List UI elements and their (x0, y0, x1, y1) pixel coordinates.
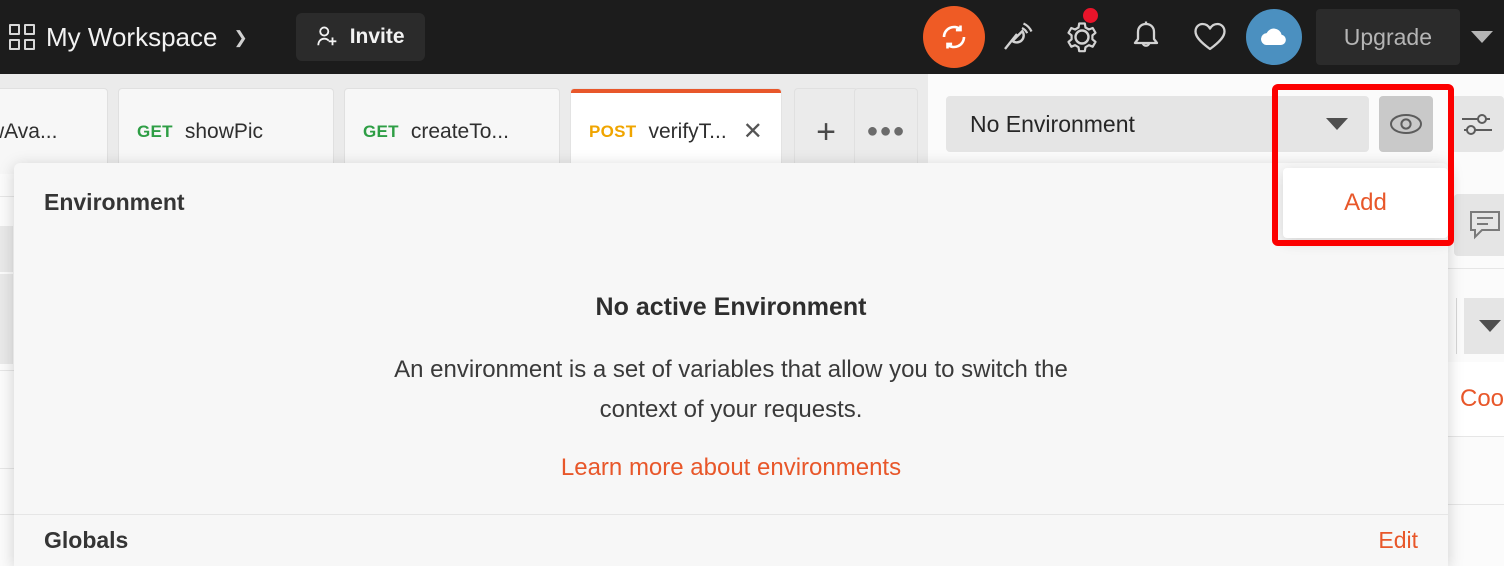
edge-divider (0, 514, 14, 515)
top-header-bar: My Workspace ❯ Invite Upgrade (0, 0, 1504, 74)
tab-createto[interactable]: GET createTo... (344, 88, 560, 174)
close-icon[interactable]: ✕ (743, 117, 763, 146)
panel-empty-state: No active Environment An environment is … (14, 241, 1448, 515)
rail-divider (1448, 504, 1504, 505)
comment-button[interactable] (1454, 194, 1504, 256)
apps-grid-button[interactable] (2, 24, 42, 50)
tab-label: showPic (184, 119, 264, 143)
environment-add-menu[interactable]: Add (1283, 168, 1448, 238)
upgrade-label: Upgrade (1343, 23, 1432, 50)
rail-divider (1448, 436, 1504, 437)
cookies-link[interactable]: Coo (1448, 385, 1504, 413)
globals-edit-link[interactable]: Edit (1378, 527, 1418, 554)
tab-wava[interactable]: wAva... (0, 88, 108, 174)
chevron-down-icon (1471, 31, 1493, 43)
request-tab-strip: wAva... GET showPic GET createTo... POST… (0, 74, 928, 174)
edge-divider (0, 468, 14, 469)
notifications-button[interactable] (1114, 0, 1178, 74)
tab-label: createTo... (410, 119, 509, 143)
add-environment-label: Add (1344, 189, 1387, 216)
postman-app: wAva... GET showPic GET createTo... POST… (0, 0, 1504, 566)
gear-icon (1067, 22, 1097, 53)
header-overflow-caret[interactable] (1460, 31, 1504, 43)
send-button-group (1448, 272, 1504, 362)
chevron-down-icon[interactable]: ❯ (233, 29, 247, 46)
plus-icon: + (816, 112, 836, 151)
more-horizontal-icon: ●●● (866, 120, 906, 142)
sync-button[interactable] (922, 0, 986, 74)
environment-quick-look-button[interactable] (1379, 96, 1433, 152)
invite-label: Invite (349, 25, 405, 48)
heart-icon (1194, 22, 1226, 51)
edge-block (0, 274, 13, 364)
environment-dropdown-button[interactable] (1303, 96, 1370, 152)
environment-dropdown-panel: Environment No active Environment An env… (14, 163, 1448, 566)
header-actions: Upgrade (922, 0, 1504, 74)
broadcast-button[interactable] (986, 0, 1050, 74)
edge-divider (0, 196, 14, 197)
settings-button[interactable] (1050, 0, 1114, 74)
request-pane-left-edge (0, 174, 14, 566)
send-options-button[interactable] (1464, 298, 1504, 354)
tab-label: verifyT... (648, 119, 727, 143)
chevron-down-icon (1479, 320, 1501, 332)
tab-more-button[interactable]: ●●● (854, 88, 918, 174)
person-add-icon (317, 26, 337, 46)
edge-block (0, 226, 13, 272)
sliders-icon (1462, 114, 1493, 135)
panel-header: Environment (44, 188, 185, 215)
tab-verb: GET (137, 121, 173, 141)
cookies-row: s Coo (1448, 362, 1504, 436)
globals-label: Globals (44, 526, 129, 553)
settings-sliders-button[interactable] (1450, 96, 1504, 152)
satellite-broadcast-icon (1003, 22, 1033, 50)
rail-divider (1448, 268, 1504, 269)
panel-empty-title: No active Environment (595, 293, 867, 321)
sync-icon (922, 6, 985, 68)
environment-select[interactable]: No Environment (946, 96, 1304, 152)
send-divider (1456, 298, 1457, 354)
tab-label: wAva... (0, 119, 58, 143)
edge-divider (0, 370, 14, 371)
chevron-down-icon (1325, 118, 1348, 130)
right-rail: s Coo (1448, 174, 1504, 566)
learn-more-link[interactable]: Learn more about environments (561, 454, 901, 482)
tab-verb: POST (589, 121, 637, 141)
environment-bar: No Environment (928, 74, 1504, 174)
panel-empty-description: An environment is a set of variables tha… (394, 356, 1068, 423)
notification-badge (1082, 8, 1098, 23)
panel-globals-row: Globals Edit (14, 515, 1448, 565)
tab-verb: GET (363, 121, 399, 141)
tab-showpic[interactable]: GET showPic (118, 88, 334, 174)
favorites-button[interactable] (1178, 0, 1242, 74)
upgrade-button[interactable]: Upgrade (1315, 9, 1460, 65)
bell-icon (1133, 21, 1158, 47)
workspace-title[interactable]: My Workspace (46, 22, 217, 53)
grid-apps-icon (9, 24, 35, 50)
cloud-avatar-icon (1245, 9, 1302, 65)
invite-button[interactable]: Invite (295, 13, 425, 61)
comment-icon (1470, 211, 1500, 240)
tab-verifyt[interactable]: POST verifyT... ✕ (570, 88, 782, 174)
eye-icon (1389, 114, 1422, 134)
account-button[interactable] (1242, 0, 1306, 74)
environment-selected-label: No Environment (970, 110, 1135, 137)
new-tab-button[interactable]: + (794, 88, 858, 174)
